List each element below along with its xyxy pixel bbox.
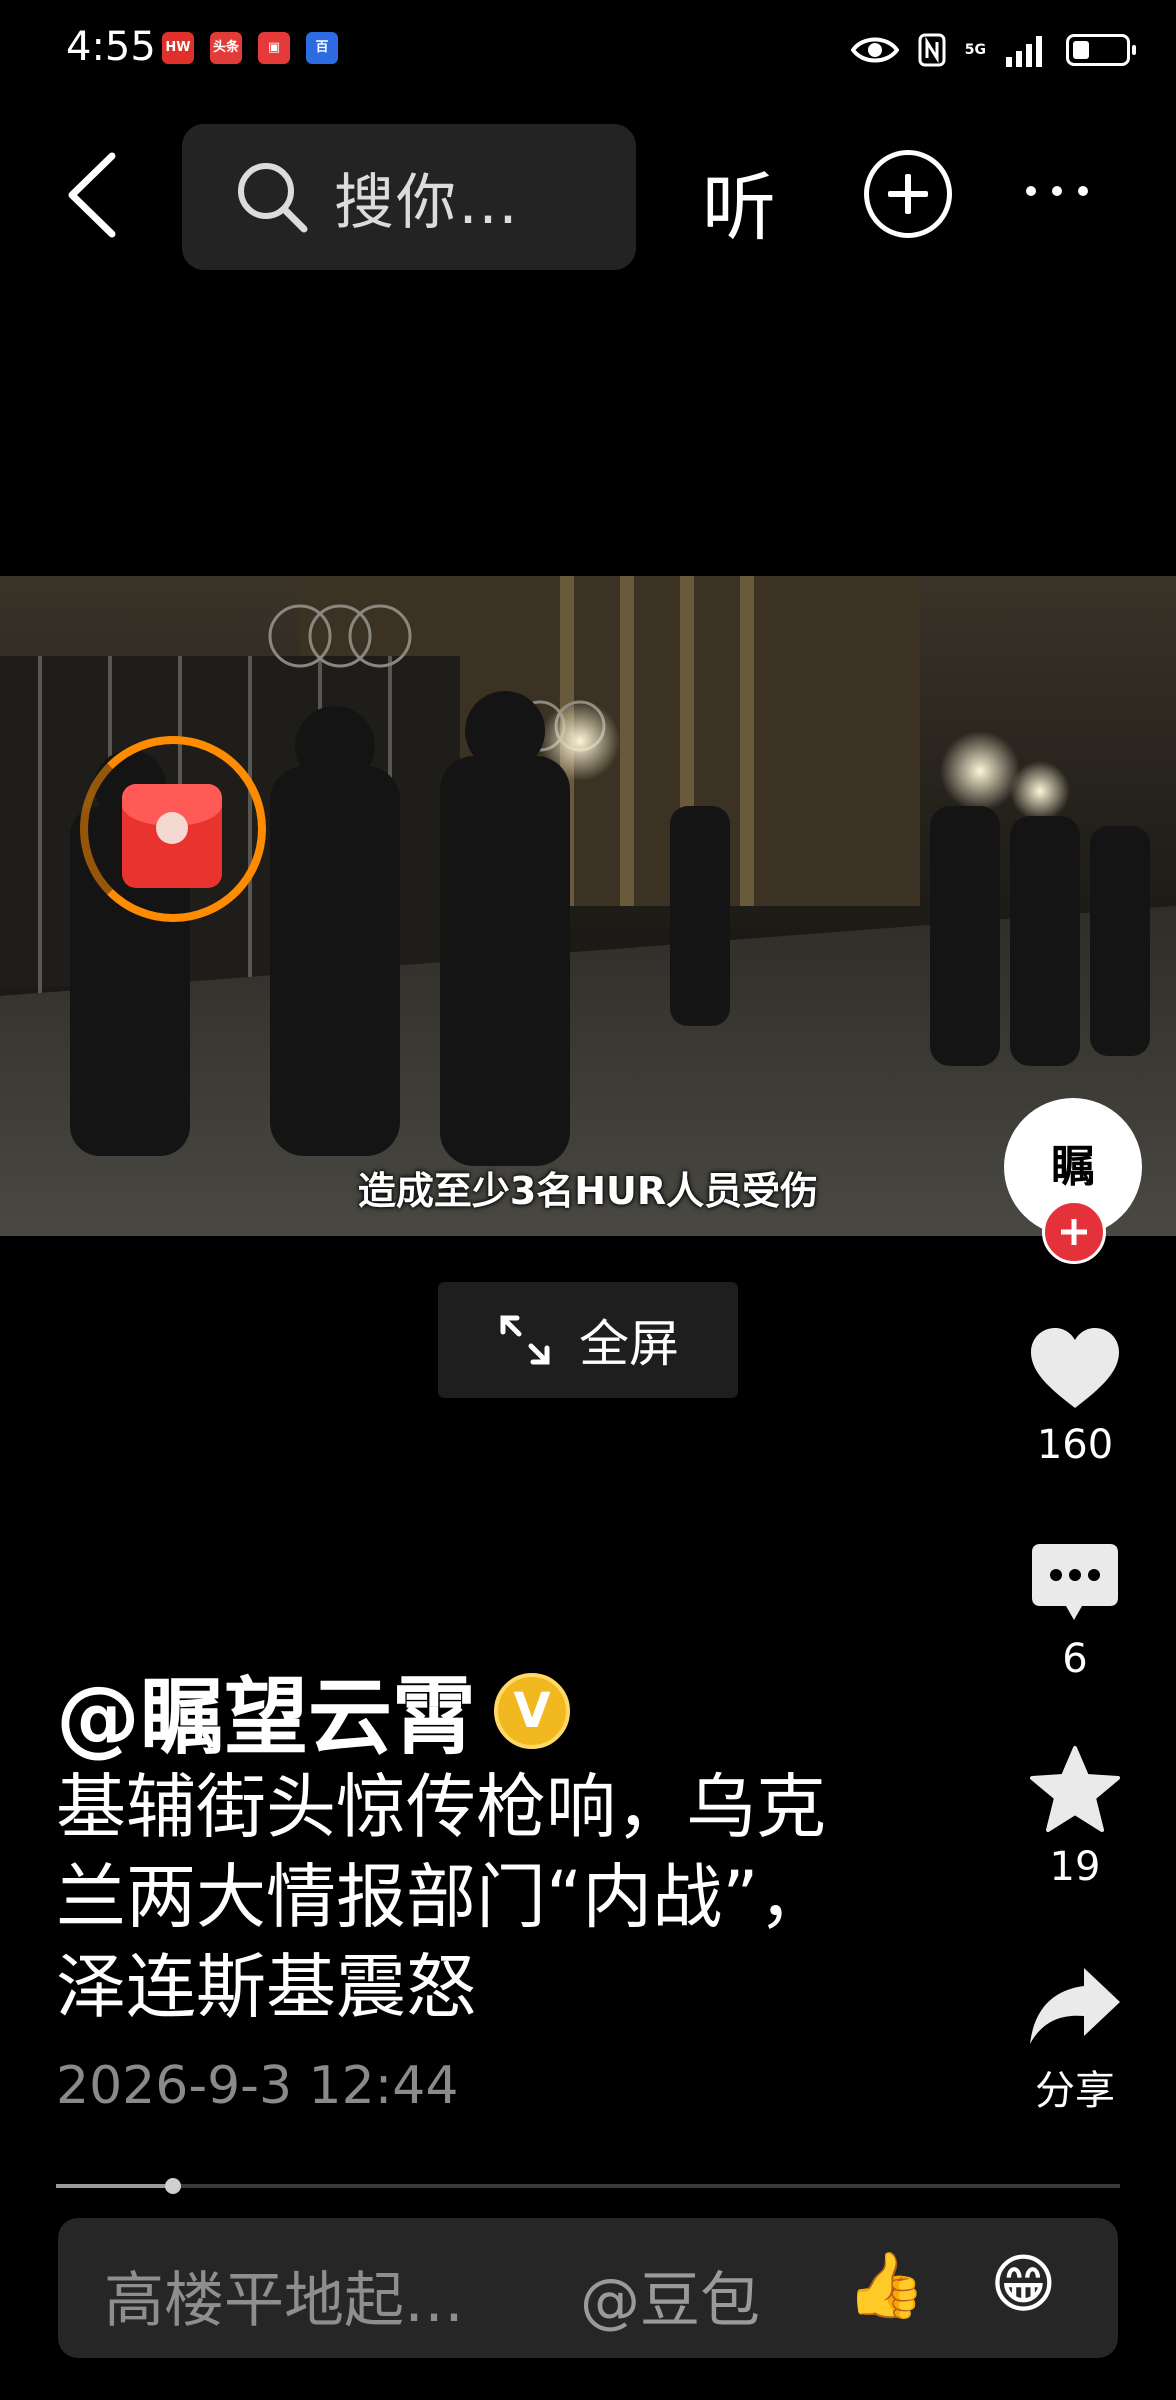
comment-input-placeholder[interactable]: 高楼平地起…	[104, 2252, 464, 2339]
verified-badge-icon: V	[494, 1672, 571, 1749]
eye-icon	[850, 37, 899, 63]
progress-handle[interactable]	[165, 2178, 182, 2194]
heart-icon	[1031, 1328, 1119, 1408]
comment-button[interactable]: 6	[1020, 1542, 1130, 1682]
grin-emoji-icon[interactable]: 😁	[990, 2248, 1057, 2322]
huawei-icon: HW	[162, 32, 194, 64]
video-progress-bar[interactable]	[56, 2178, 1120, 2194]
comment-count: 6	[1062, 1636, 1088, 1682]
post-title[interactable]: 基辅街头惊传枪响，乌克兰两大情报部门“内战”，泽连斯基震怒	[56, 1762, 876, 2032]
share-label: 分享	[1035, 2068, 1115, 2114]
author-name: @瞩望云霄	[56, 1668, 477, 1766]
post-date: 2026-9-3 12:44	[56, 2056, 459, 2116]
video-subtitle: 造成至少3名HUR人员受伤	[357, 1169, 819, 1213]
fullscreen-label: 全屏	[579, 1315, 679, 1373]
nfc-icon	[918, 33, 946, 67]
doubao-mention-button[interactable]: @豆包	[580, 2252, 760, 2339]
favorite-count: 19	[1049, 1844, 1101, 1890]
search-box[interactable]: 搜你…	[182, 124, 636, 270]
author-name-row[interactable]: @瞩望云霄 V	[56, 1650, 571, 1771]
status-time: 4:55	[66, 24, 156, 70]
network-type: 5G	[964, 42, 986, 58]
back-button[interactable]	[60, 150, 130, 240]
red-packet-icon[interactable]	[80, 736, 266, 922]
like-count: 160	[1036, 1422, 1114, 1468]
search-icon	[238, 163, 308, 233]
favorite-button[interactable]: 19	[1020, 1744, 1130, 1890]
listen-button[interactable]: 听	[702, 148, 776, 255]
progress-fill	[56, 2184, 174, 2188]
add-icon[interactable]	[864, 150, 952, 238]
chevron-left-icon	[68, 152, 116, 238]
search-placeholder: 搜你…	[334, 167, 520, 238]
like-button[interactable]: 160	[1020, 1326, 1130, 1468]
baidu-icon: 百	[306, 32, 338, 64]
expand-icon	[500, 1315, 550, 1365]
follow-button[interactable]	[1042, 1200, 1106, 1264]
share-icon	[1030, 1968, 1120, 2044]
comment-icon	[1032, 1544, 1118, 1620]
signal-icon	[1006, 36, 1042, 67]
status-indicators: 5G	[850, 24, 1136, 76]
toutiao-icon: 头条	[210, 32, 242, 64]
battery-icon	[1066, 34, 1136, 66]
news-icon: ▣	[258, 32, 290, 64]
star-icon	[1030, 1746, 1120, 1832]
more-icon[interactable]	[1026, 186, 1088, 196]
fullscreen-button[interactable]: 全屏	[438, 1282, 738, 1398]
share-button[interactable]: 分享	[1020, 1964, 1130, 2116]
thumbs-up-emoji-icon[interactable]: 👍	[846, 2248, 926, 2323]
